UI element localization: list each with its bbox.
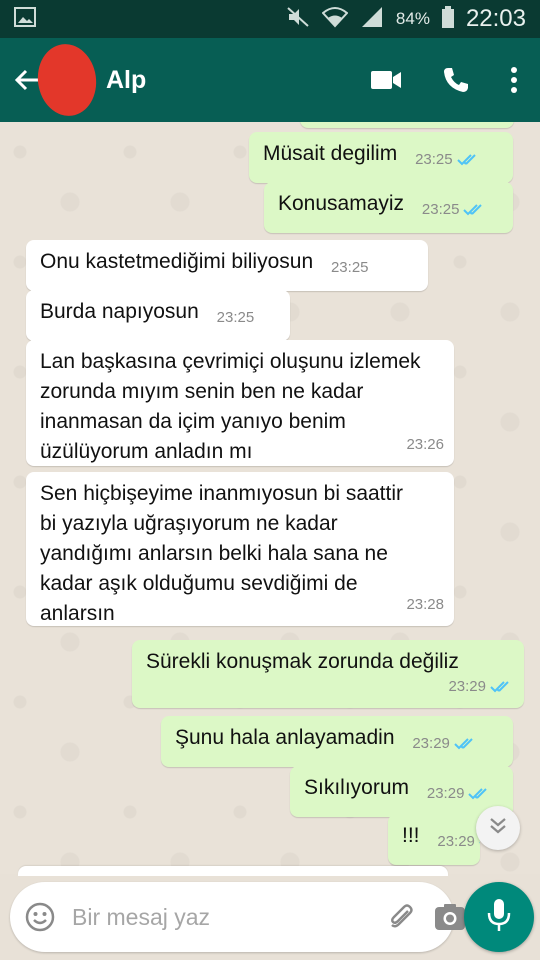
message-time: 23:25 — [415, 151, 453, 168]
message-time: 23:28 — [406, 596, 444, 613]
message-time: 23:29 — [448, 678, 486, 695]
gallery-icon — [14, 6, 36, 32]
message-bubble-outgoing[interactable]: Şunu hala anlayamadin 23:29 — [161, 716, 513, 767]
camera-icon[interactable] — [434, 903, 466, 931]
double-check-icon — [456, 153, 481, 167]
message-meta: 23:25 — [217, 303, 255, 333]
message-time: 23:25 — [216, 309, 255, 326]
message-bubble-incoming[interactable]: Lan başkasına çevrimiçi oluşunu izlemek … — [26, 340, 454, 466]
message-list[interactable]: Müsait degilim 23:25 Konusamayiz 23:25 O… — [0, 122, 540, 874]
message-text: !!! — [402, 824, 420, 847]
mic-icon — [487, 898, 511, 937]
message-meta: 23:29 — [448, 672, 514, 702]
message-text: Lan başkasına çevrimiçi oluşunu izlemek … — [40, 350, 421, 463]
message-meta: 23:26 — [406, 430, 444, 460]
video-call-icon[interactable] — [370, 69, 402, 91]
message-meta: 23:29 — [412, 729, 478, 759]
message-bubble-incoming[interactable]: Sen hiçbişeyime inanmıyosun bi saattir b… — [26, 472, 454, 626]
message-bubble-cutoff — [300, 122, 514, 128]
battery-percent: 84% — [395, 9, 430, 28]
message-bubble-outgoing[interactable]: Sıkılıyorum 23:29 — [290, 766, 513, 817]
message-text: Sen hiçbişeyime inanmıyosun bi saattir b… — [40, 482, 404, 625]
mic-button[interactable] — [464, 882, 534, 952]
emoji-icon[interactable] — [24, 901, 56, 933]
message-text: Müsait degilim — [263, 142, 398, 165]
message-composer — [10, 882, 465, 952]
message-meta: 23:28 — [406, 590, 444, 620]
message-time: 23:29 — [437, 833, 475, 850]
message-time: 23:25 — [330, 259, 369, 276]
message-bubble-outgoing[interactable]: Konusamayiz 23:25 — [264, 182, 513, 233]
status-bar: 84% 22:03 — [0, 0, 540, 38]
status-clock: 22:03 — [465, 5, 526, 32]
message-time: 23:25 — [421, 201, 460, 218]
message-text: Konusamayiz — [278, 192, 405, 215]
message-bubble-peek — [18, 866, 448, 876]
message-bubble-outgoing[interactable]: !!! 23:29 — [388, 814, 480, 865]
wifi-icon — [321, 6, 349, 33]
double-check-icon — [490, 680, 514, 694]
signal-icon — [360, 6, 384, 33]
message-meta: 23:25 — [422, 195, 488, 225]
double-check-icon — [463, 203, 487, 217]
more-vert-icon[interactable] — [510, 66, 518, 94]
message-text: Sürekli konuşmak zorunda değiliz — [146, 650, 459, 673]
message-time: 23:26 — [406, 436, 444, 453]
scroll-to-bottom-button[interactable] — [476, 806, 520, 850]
message-time: 23:29 — [412, 735, 450, 752]
message-time: 23:29 — [426, 785, 465, 802]
message-meta: 23:25 — [415, 145, 481, 175]
message-text: Burda napıyosun — [40, 300, 199, 323]
message-text: Sıkılıyorum — [304, 776, 410, 799]
attach-icon[interactable] — [386, 902, 416, 932]
battery-icon — [441, 5, 454, 33]
message-meta: 23:25 — [331, 253, 369, 283]
contact-name[interactable]: Alp — [106, 66, 370, 95]
message-bubble-incoming[interactable]: Onu kastetmediğimi biliyosun 23:25 — [26, 240, 428, 291]
message-meta: 23:29 — [437, 827, 480, 857]
double-check-icon — [454, 737, 478, 751]
message-bubble-outgoing[interactable]: Müsait degilim 23:25 — [249, 132, 513, 183]
phone-icon[interactable] — [442, 66, 470, 94]
message-bubble-incoming[interactable]: Burda napıyosun 23:25 — [26, 290, 290, 341]
message-text: Şunu hala anlayamadin — [175, 726, 395, 749]
message-input[interactable] — [72, 903, 368, 931]
message-text: Onu kastetmediğimi biliyosun — [40, 250, 314, 273]
message-meta: 23:29 — [427, 779, 493, 809]
double-chevron-down-icon — [488, 817, 508, 840]
mute-icon — [286, 6, 310, 33]
double-check-icon — [468, 787, 492, 801]
message-bubble-outgoing[interactable]: Sürekli konuşmak zorunda değiliz 23:29 — [132, 640, 524, 708]
chat-header: Alp — [0, 38, 540, 122]
